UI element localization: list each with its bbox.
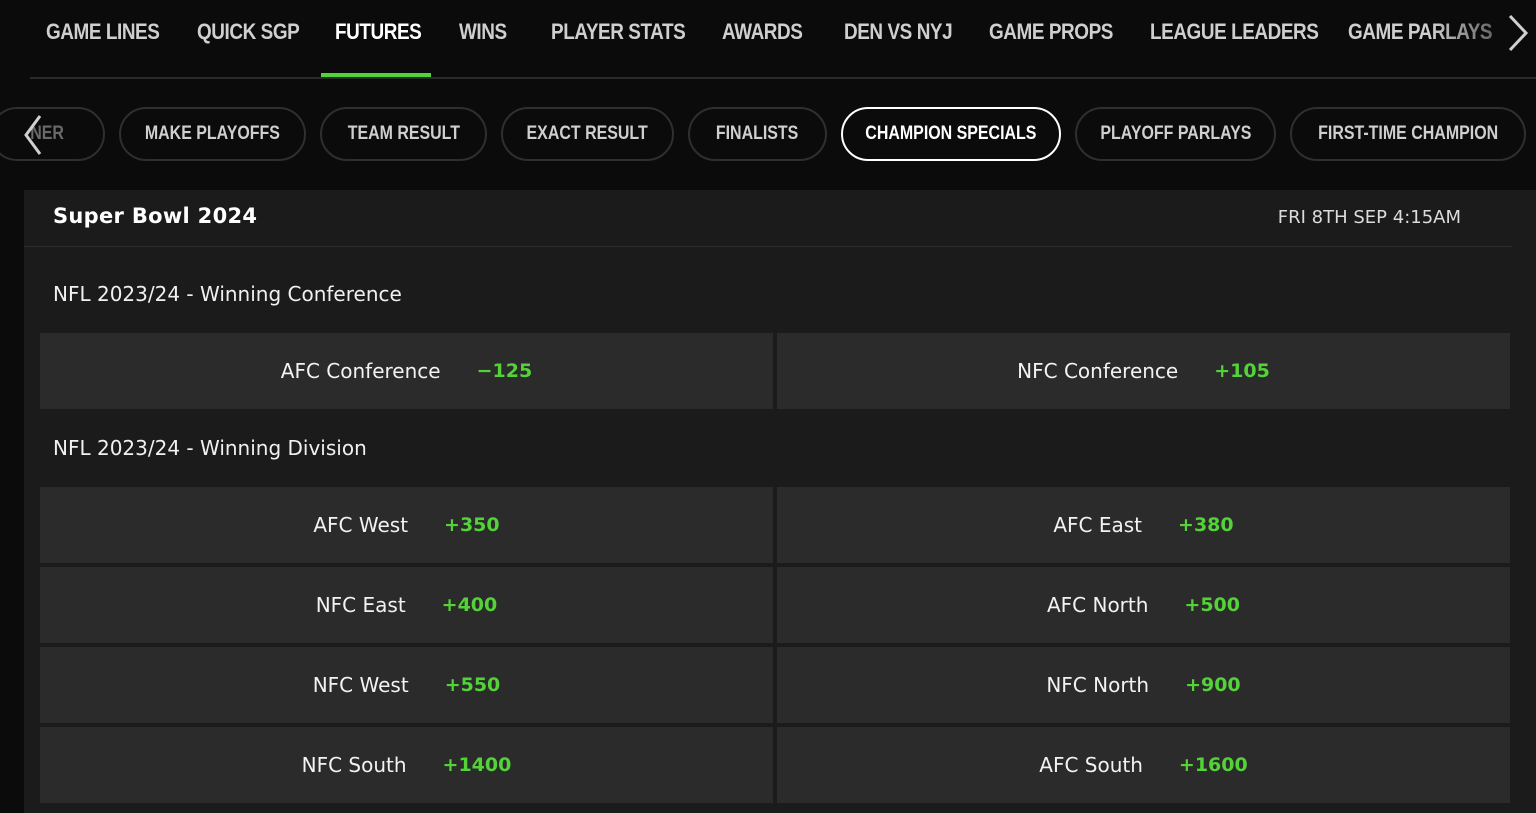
market-grid-conference: AFC Conference −125 NFC Conference +105 bbox=[40, 333, 1510, 409]
event-panel: Super Bowl 2024 FRI 8TH SEP 4:15AM NFL 2… bbox=[24, 190, 1536, 813]
top-tab-bar: GAME LINES QUICK SGP FUTURES WINS PLAYER… bbox=[30, 0, 1536, 79]
tab-wins[interactable]: WINS bbox=[459, 14, 507, 50]
pill-playoff-parlays[interactable]: PLAYOFF PARLAYS bbox=[1075, 107, 1276, 161]
selection-nfc-north[interactable]: NFC North +900 bbox=[777, 647, 1510, 723]
tab-game-lines[interactable]: GAME LINES bbox=[46, 14, 160, 50]
active-tab-underline bbox=[321, 73, 431, 77]
selection-name: AFC North bbox=[1046, 593, 1149, 617]
selection-name: NFC North bbox=[1046, 673, 1150, 697]
pill-champion-specials[interactable]: CHAMPION SPECIALS bbox=[841, 107, 1061, 161]
selection-odds: +1400 bbox=[442, 754, 512, 776]
tab-game-parlays[interactable]: GAME PARLAYS bbox=[1348, 14, 1493, 50]
selection-odds: +900 bbox=[1185, 674, 1241, 696]
pill-label: FIRST-TIME CHAMPION bbox=[1318, 123, 1498, 144]
tab-player-stats[interactable]: PLAYER STATS bbox=[551, 14, 686, 50]
tab-game-props[interactable]: GAME PROPS bbox=[989, 14, 1113, 50]
selection-name: NFC West bbox=[312, 673, 409, 697]
pill-label: MAKE PLAYOFFS bbox=[144, 123, 281, 144]
selection-name: NFC Conference bbox=[1017, 359, 1179, 383]
pill-label: EXACT RESULT bbox=[526, 123, 649, 144]
selection-name: AFC West bbox=[313, 513, 409, 537]
selection-name: NFC South bbox=[301, 753, 407, 777]
tab-quick-sgp[interactable]: QUICK SGP bbox=[197, 14, 300, 50]
pill-partial[interactable]: NER bbox=[0, 107, 105, 161]
selection-odds: +1600 bbox=[1178, 754, 1248, 776]
selection-name: AFC Conference bbox=[280, 359, 441, 383]
pill-label: PLAYOFF PARLAYS bbox=[1099, 123, 1252, 144]
selection-afc-conference[interactable]: AFC Conference −125 bbox=[40, 333, 773, 409]
market-title: NFL 2023/24 - Winning Conference bbox=[53, 282, 402, 306]
pill-team-result[interactable]: TEAM RESULT bbox=[320, 107, 487, 161]
pill-make-playoffs[interactable]: MAKE PLAYOFFS bbox=[119, 107, 306, 161]
tab-den-vs-nyj[interactable]: DEN VS NYJ bbox=[844, 14, 953, 50]
pill-exact-result[interactable]: EXACT RESULT bbox=[501, 107, 674, 161]
pill-label: FINALISTS bbox=[716, 123, 799, 144]
selection-afc-south[interactable]: AFC South +1600 bbox=[777, 727, 1510, 803]
selection-nfc-west[interactable]: NFC West +550 bbox=[40, 647, 773, 723]
tab-futures[interactable]: FUTURES bbox=[335, 14, 422, 50]
selection-afc-north[interactable]: AFC North +500 bbox=[777, 567, 1510, 643]
pill-label: CHAMPION SPECIALS bbox=[865, 123, 1037, 144]
selection-odds: +380 bbox=[1178, 514, 1234, 536]
pill-first-time-champion[interactable]: FIRST-TIME CHAMPION bbox=[1290, 107, 1526, 161]
sub-tab-bar: NER MAKE PLAYOFFS TEAM RESULT EXACT RESU… bbox=[0, 100, 1536, 168]
selection-nfc-conference[interactable]: NFC Conference +105 bbox=[777, 333, 1510, 409]
selection-odds: +550 bbox=[444, 674, 501, 696]
selection-nfc-south[interactable]: NFC South +1400 bbox=[40, 727, 773, 803]
event-time: FRI 8TH SEP 4:15AM bbox=[1277, 207, 1461, 228]
selection-odds: +350 bbox=[444, 514, 500, 536]
chevron-left-icon[interactable] bbox=[20, 110, 50, 160]
tab-league-leaders[interactable]: LEAGUE LEADERS bbox=[1150, 14, 1319, 50]
market-grid-division: AFC West +350 AFC East +380 NFC East +40… bbox=[40, 487, 1510, 803]
chevron-right-icon[interactable] bbox=[1500, 8, 1536, 58]
selection-nfc-east[interactable]: NFC East +400 bbox=[40, 567, 773, 643]
selection-afc-east[interactable]: AFC East +380 bbox=[777, 487, 1510, 563]
tab-awards[interactable]: AWARDS bbox=[722, 14, 803, 50]
selection-name: NFC East bbox=[315, 593, 406, 617]
selection-odds: +500 bbox=[1184, 594, 1241, 616]
event-title: Super Bowl 2024 bbox=[53, 204, 258, 228]
selection-odds: −125 bbox=[476, 360, 533, 382]
selection-name: AFC South bbox=[1039, 753, 1143, 777]
pill-finalists[interactable]: FINALISTS bbox=[688, 107, 827, 161]
selection-odds: +105 bbox=[1214, 360, 1270, 382]
selection-afc-west[interactable]: AFC West +350 bbox=[40, 487, 773, 563]
event-header: Super Bowl 2024 FRI 8TH SEP 4:15AM bbox=[24, 190, 1512, 247]
market-title: NFL 2023/24 - Winning Division bbox=[53, 436, 367, 460]
selection-odds: +400 bbox=[441, 594, 498, 616]
selection-name: AFC East bbox=[1053, 513, 1143, 537]
pill-label: TEAM RESULT bbox=[347, 123, 460, 144]
